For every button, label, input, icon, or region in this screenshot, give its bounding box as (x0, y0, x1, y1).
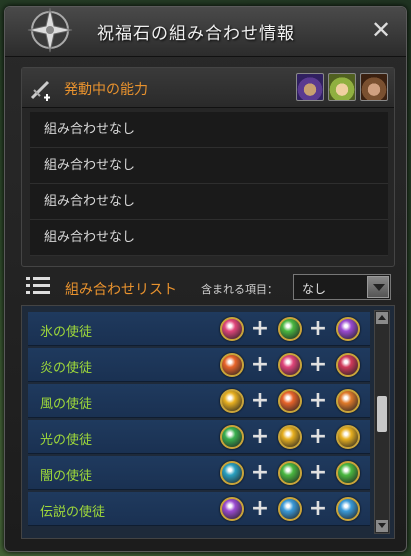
list-icon (26, 277, 50, 294)
scrollbar[interactable] (374, 310, 390, 534)
blessing-stone-icon[interactable] (336, 389, 360, 413)
active-abilities-title: 発動中の能力 (64, 82, 148, 98)
filter-dropdown[interactable]: なし (293, 274, 391, 300)
compass-icon (27, 7, 73, 53)
sword-icon (30, 80, 50, 101)
combo-row[interactable]: 炎の使徒 + + (28, 348, 370, 382)
combo-list: 氷の使徒 + + 炎の使徒 + + 風の使徒 + + 光の使徒 + + 闇の使徒 + + 伝説の使徒 + + (21, 305, 395, 539)
blessing-stone-icon[interactable] (220, 317, 244, 341)
combo-list-header: 組み合わせリスト 含まれる項目： なし (21, 271, 395, 305)
blessing-stone-icon[interactable] (278, 353, 302, 377)
plus-icon: + (308, 496, 328, 521)
active-abilities-list: 組み合わせなし 組み合わせなし 組み合わせなし 組み合わせなし (30, 112, 388, 256)
blessing-stone-window: 祝福石の組み合わせ情報 ✕ 発動中の能力 組み合わせなし 組み合わせなし 組み合… (4, 6, 407, 552)
blessing-stone-icon[interactable] (336, 497, 360, 521)
character-avatar-2[interactable] (328, 73, 356, 101)
blessing-stone-icon[interactable] (278, 317, 302, 341)
list-item: 組み合わせなし (30, 148, 388, 184)
blessing-stone-icon[interactable] (336, 461, 360, 485)
blessing-stone-icon[interactable] (278, 461, 302, 485)
plus-icon: + (308, 352, 328, 377)
close-icon[interactable]: ✕ (370, 18, 392, 42)
list-item: 組み合わせなし (30, 112, 388, 148)
blessing-stone-icon[interactable] (336, 317, 360, 341)
active-abilities-header: 発動中の能力 (22, 68, 394, 108)
blessing-stone-icon[interactable] (336, 425, 360, 449)
combo-row[interactable]: 闇の使徒 + + (28, 456, 370, 490)
combo-name: 闇の使徒 (40, 469, 93, 484)
plus-icon: + (250, 316, 270, 341)
combo-list-title: 組み合わせリスト (65, 282, 177, 298)
list-item: 組み合わせなし (30, 184, 388, 220)
list-item: 組み合わせなし (30, 220, 388, 256)
blessing-stone-icon[interactable] (220, 461, 244, 485)
title-bar[interactable]: 祝福石の組み合わせ情報 ✕ (5, 7, 406, 57)
blessing-stone-icon[interactable] (220, 425, 244, 449)
combo-row[interactable]: 光の使徒 + + (28, 420, 370, 454)
scrollbar-thumb[interactable] (377, 396, 387, 432)
character-avatar-3[interactable] (360, 73, 388, 101)
plus-icon: + (308, 424, 328, 449)
plus-icon: + (308, 388, 328, 413)
character-avatar-1[interactable] (296, 73, 324, 101)
combo-name: 伝説の使徒 (40, 505, 106, 520)
combo-row[interactable]: 氷の使徒 + + (28, 312, 370, 346)
combo-row[interactable]: 風の使徒 + + (28, 384, 370, 418)
combo-name: 風の使徒 (40, 397, 93, 412)
plus-icon: + (250, 424, 270, 449)
chevron-down-icon[interactable] (367, 276, 389, 298)
plus-icon: + (308, 316, 328, 341)
window-title: 祝福石の組み合わせ情報 (97, 24, 295, 44)
combo-name: 氷の使徒 (40, 325, 93, 340)
blessing-stone-icon[interactable] (220, 389, 244, 413)
blessing-stone-icon[interactable] (220, 497, 244, 521)
combo-name: 光の使徒 (40, 433, 93, 448)
blessing-stone-icon[interactable] (220, 353, 244, 377)
plus-icon: + (308, 460, 328, 485)
plus-icon: + (250, 460, 270, 485)
plus-icon: + (250, 496, 270, 521)
plus-icon: + (250, 388, 270, 413)
blessing-stone-icon[interactable] (278, 389, 302, 413)
blessing-stone-icon[interactable] (278, 497, 302, 521)
scroll-down-button[interactable] (376, 520, 388, 532)
blessing-stone-icon[interactable] (278, 425, 302, 449)
combo-name: 炎の使徒 (40, 361, 93, 376)
plus-icon: + (250, 352, 270, 377)
filter-label: 含まれる項目： (201, 283, 278, 296)
active-abilities-panel: 発動中の能力 組み合わせなし 組み合わせなし 組み合わせなし 組み合わせなし (21, 67, 395, 267)
blessing-stone-icon[interactable] (336, 353, 360, 377)
filter-dropdown-value: なし (302, 282, 327, 296)
combo-row[interactable]: 伝説の使徒 + + (28, 492, 370, 526)
scroll-up-button[interactable] (376, 312, 388, 324)
